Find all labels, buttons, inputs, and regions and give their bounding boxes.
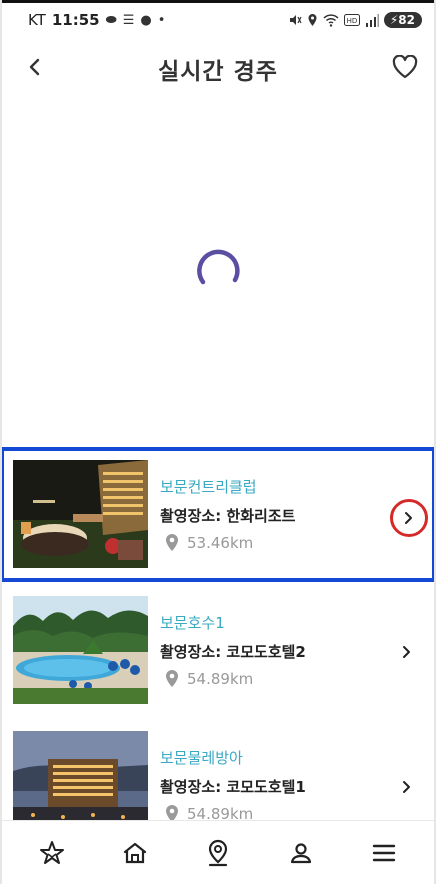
wifi-icon: [323, 13, 339, 27]
chevron-right-icon: [403, 781, 410, 793]
detail-button[interactable]: [392, 637, 422, 667]
nav-map-button[interactable]: [196, 831, 240, 875]
menu-icon: [373, 844, 396, 861]
place-item[interactable]: 보문컨트리클럽 촬영장소: 한화리조트 53.46km: [0, 447, 436, 582]
signal-icon: [365, 13, 379, 27]
distance-value: 54.89km: [187, 669, 254, 688]
place-name: 보문호수1: [160, 614, 225, 632]
status-left: KT 11:55 ⬬ ☰ ● •: [28, 11, 165, 29]
chevron-right-icon: [403, 646, 410, 658]
nav-menu-button[interactable]: [362, 831, 406, 875]
svg-text:HD: HD: [347, 17, 358, 25]
clock: 11:55: [51, 11, 100, 29]
mute-icon: [289, 15, 302, 25]
loading-spinner: [197, 249, 240, 285]
place-location: 촬영장소: 한화리조트: [160, 507, 296, 525]
more-notifications-icon: •: [157, 12, 166, 28]
place-distance: 53.46km: [165, 533, 253, 552]
place-location: 촬영장소: 코모도호텔2: [160, 643, 306, 661]
location-pin-icon: [166, 670, 178, 687]
map-pin-icon: [208, 839, 228, 866]
home-icon: [123, 842, 146, 863]
detail-button[interactable]: [392, 772, 422, 802]
location-icon: [308, 14, 317, 26]
favorite-button[interactable]: [390, 52, 420, 82]
record-icon: ●: [140, 12, 152, 28]
place-thumbnail: [13, 596, 148, 704]
bottom-navigation: [0, 820, 436, 884]
notification-icon: ☰: [122, 12, 135, 28]
location-pin-icon: [166, 534, 178, 551]
place-item[interactable]: 보문호수1 촬영장소: 코모도호텔2 54.89km: [0, 587, 436, 722]
star-icon: [39, 840, 64, 864]
distance-value: 53.46km: [187, 533, 254, 552]
place-name: 보문컨트리클럽: [160, 478, 257, 496]
chevron-right-icon: [405, 512, 412, 524]
place-distance: 54.89km: [165, 669, 253, 688]
place-name: 보문물레방아: [160, 749, 243, 767]
pool-photo: [13, 596, 148, 704]
place-thumbnail: [13, 460, 148, 568]
detail-button[interactable]: [390, 499, 428, 537]
person-icon: [291, 842, 312, 863]
nav-star-button[interactable]: [30, 831, 74, 875]
pill-icon: ⬬: [105, 12, 117, 28]
carrier-label: KT: [28, 11, 46, 29]
nav-home-button[interactable]: [113, 831, 157, 875]
page-title: 실시간 경주: [158, 59, 278, 85]
battery-indicator: ⚡82: [383, 12, 422, 28]
heart-outline-icon: [392, 55, 418, 79]
status-bar: KT 11:55 ⬬ ☰ ● • HD ⚡82: [0, 3, 436, 37]
resort-night-photo: [13, 460, 148, 568]
hd-icon: HD: [343, 14, 360, 26]
nav-profile-button[interactable]: [279, 831, 323, 875]
app-header: 실시간 경주: [0, 40, 436, 96]
status-right: HD ⚡82: [288, 12, 422, 28]
battery-level: 82: [398, 13, 415, 27]
place-location: 촬영장소: 코모도호텔1: [160, 778, 306, 796]
